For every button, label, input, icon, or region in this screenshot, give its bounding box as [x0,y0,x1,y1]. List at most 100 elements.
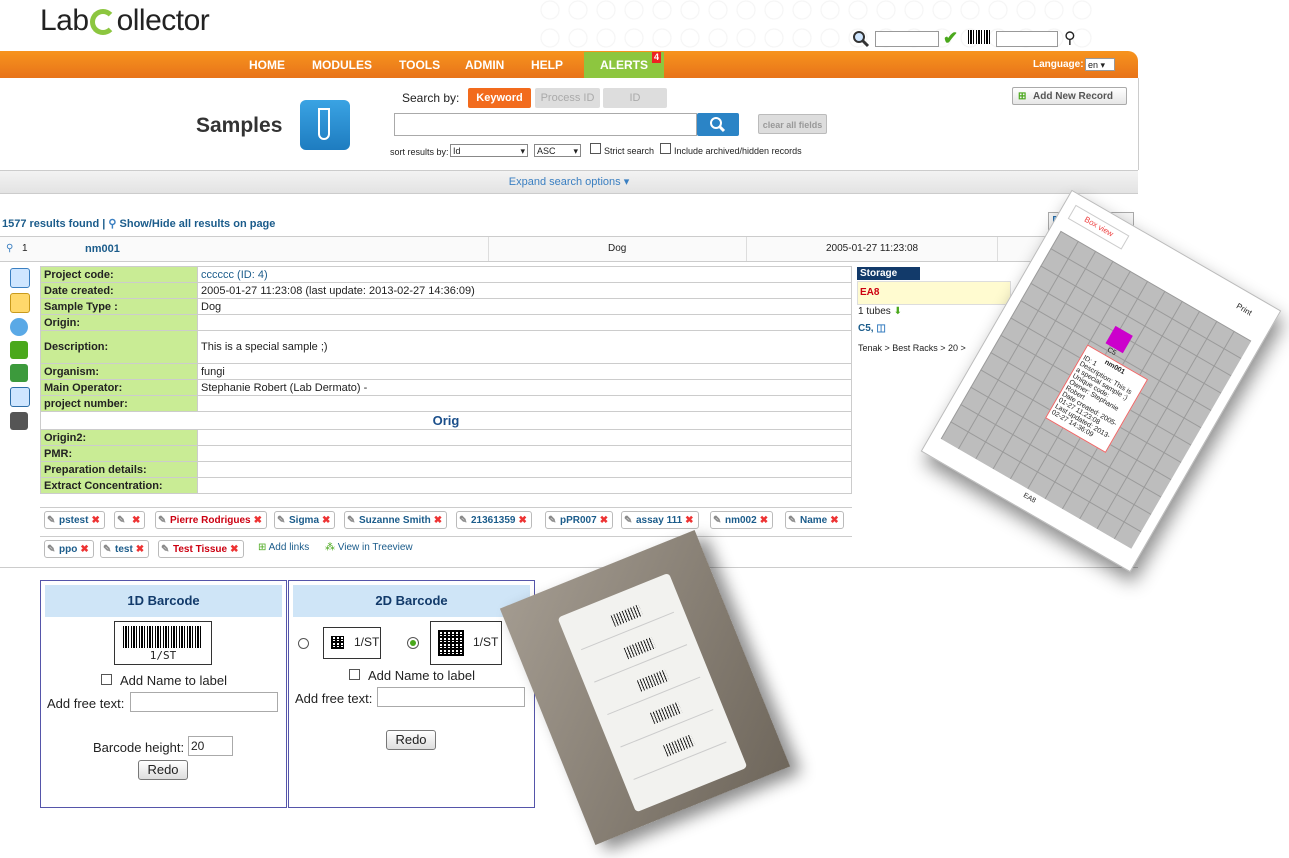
check-icon[interactable]: ✔ [943,28,958,49]
linked-record-tag[interactable]: Sigma✖ [274,511,336,530]
add-links-link[interactable]: ⊞ Add links [258,542,309,553]
tube-add-icon[interactable]: ⬇ [894,306,902,317]
detail-row: Organism: fungi [40,363,852,380]
quick-search-input[interactable] [875,31,939,47]
detail-row: Description: This is a special sample ;) [40,330,852,364]
free-text-input-1d[interactable] [130,692,278,712]
remove-link-icon[interactable]: ✖ [519,515,527,526]
remove-link-icon[interactable]: ✖ [80,544,88,555]
project-code-link[interactable]: cccccc (ID: 4) [197,266,852,283]
remove-link-icon[interactable]: ✖ [91,515,99,526]
barcode-1d-preview: 1/ST [114,621,212,665]
barcode-2d-option-a-radio[interactable] [298,638,309,649]
detail-row: Origin2: [40,429,852,446]
detail-row: Sample Type : Dog [40,298,852,315]
remove-link-icon[interactable]: ✖ [830,515,838,526]
show-hide-all-link[interactable]: Show/Hide all results on page [120,218,276,230]
storage-position[interactable]: C5, ◫ [858,323,886,334]
remove-link-icon[interactable]: ✖ [254,515,262,526]
redo-button-1d[interactable]: Redo [138,760,188,780]
add-name-checkbox-2d[interactable] [349,669,360,680]
linked-record-tag[interactable]: test✖ [100,540,150,559]
quick-search-icon[interactable] [852,30,870,48]
free-text-input-2d[interactable] [377,687,525,707]
detail-section-row: Orig [40,411,852,430]
search-button[interactable] [697,113,739,136]
nav-home[interactable]: HOME [249,58,285,72]
settings-gear-icon[interactable] [10,318,28,336]
redo-button-2d[interactable]: Redo [386,730,436,750]
remove-link-icon[interactable]: ✖ [132,515,140,526]
linked-record-tag[interactable]: pPR007✖ [545,511,614,530]
barcode-search-input[interactable] [996,31,1058,47]
binoculars-icon[interactable]: ⚲ [1064,28,1076,48]
storage-header: Storage [857,267,920,280]
record-details-table: Project code: cccccc (ID: 4) Date created… [40,266,852,494]
add-name-label-2d: Add Name to label [368,668,475,683]
language-label: Language: [1033,59,1084,70]
label-printer-photo [499,529,791,846]
linked-record-tag[interactable]: 21361359✖ [456,511,532,530]
tube-record-icon[interactable] [10,364,28,382]
barcode-search-icon[interactable] [968,30,990,44]
remove-link-icon[interactable]: ✖ [136,544,144,555]
barcode-1d-title: 1D Barcode [45,585,282,617]
storage-location[interactable]: EA8 [857,281,1011,305]
barcode-2d-preview-a: 1/ST [323,627,381,659]
add-new-record-button[interactable]: ⊞ Add New Record [1012,87,1127,105]
barcode-2d-preview-b: 1/ST [430,621,502,665]
storage-tubes: 1 tubes ⬇ [858,306,902,317]
linked-record-tag[interactable]: Name✖ [785,511,844,530]
labcollector-logo[interactable]: Lab ollector [40,4,210,38]
linked-record-tag[interactable]: ppo✖ [44,540,94,559]
linked-record-tag[interactable]: Pierre Rodrigues✖ [155,511,267,530]
clear-all-fields-button[interactable]: clear all fields [758,114,827,134]
linked-record-tag[interactable]: Suzanne Smith✖ [344,511,448,530]
results-count: 1577 results found | ⚲ Show/Hide all res… [2,218,276,230]
rack-print-button[interactable]: Print [1235,301,1254,317]
remove-link-icon[interactable]: ✖ [434,515,442,526]
linked-record-tag[interactable]: Test Tissue✖ [158,540,244,559]
barcode-height-input[interactable]: 20 [188,736,233,756]
linked-record-tag[interactable]: nm002✖ [710,511,774,530]
box-icon: ◫ [876,323,886,334]
linked-record-tag[interactable]: pstest✖ [44,511,105,530]
strict-search-checkbox[interactable] [590,143,601,154]
nav-help[interactable]: HELP [531,58,563,72]
nav-admin[interactable]: ADMIN [465,58,504,72]
remove-link-icon[interactable]: ✖ [322,515,330,526]
search-input[interactable] [394,113,697,136]
linked-record-tag[interactable]: ✖ [114,511,146,530]
row-type: Dog [608,243,627,254]
nav-alerts[interactable]: ALERTS 4 [584,52,664,78]
nav-modules[interactable]: MODULES [312,58,372,72]
sort-field-select[interactable]: Id ▾ [450,144,528,157]
remove-link-icon[interactable]: ✖ [600,515,608,526]
tab-process-id[interactable]: Process ID [535,88,600,108]
barcode-2d-option-b-radio[interactable] [407,637,419,649]
move-record-icon[interactable] [10,341,28,359]
magnifier-icon: ⚲ [108,218,117,230]
printer-icon[interactable] [10,412,28,430]
expand-search-options[interactable]: Expand search options ▾ [0,170,1138,194]
tab-keyword[interactable]: Keyword [468,88,531,108]
include-archived-label: Include archived/hidden records [674,146,802,156]
remove-link-icon[interactable]: ✖ [230,544,238,555]
edit-record-icon[interactable] [10,293,30,313]
tab-id[interactable]: ID [603,88,667,108]
view-treeview-link[interactable]: ⁂ View in Treeview [325,542,413,553]
include-archived-checkbox[interactable] [660,143,671,154]
remove-link-icon[interactable]: ✖ [685,515,693,526]
nav-tools[interactable]: TOOLS [399,58,440,72]
row-name[interactable]: nm001 [85,243,120,255]
sort-order-select[interactable]: ASC ▾ [534,144,581,157]
linked-record-tag[interactable]: assay 111✖ [621,511,699,530]
detail-row: PMR: [40,445,852,462]
row-view-icon[interactable]: ⚲ [6,243,13,254]
language-select[interactable]: en ▾ [1085,58,1115,71]
remove-link-icon[interactable]: ✖ [760,515,768,526]
result-row-header[interactable]: ⚲ 1 nm001 Dog 2005-01-27 11:23:08 [0,236,1132,262]
book-icon[interactable] [10,387,30,407]
view-record-icon[interactable] [10,268,30,288]
add-name-checkbox-1d[interactable] [101,674,112,685]
